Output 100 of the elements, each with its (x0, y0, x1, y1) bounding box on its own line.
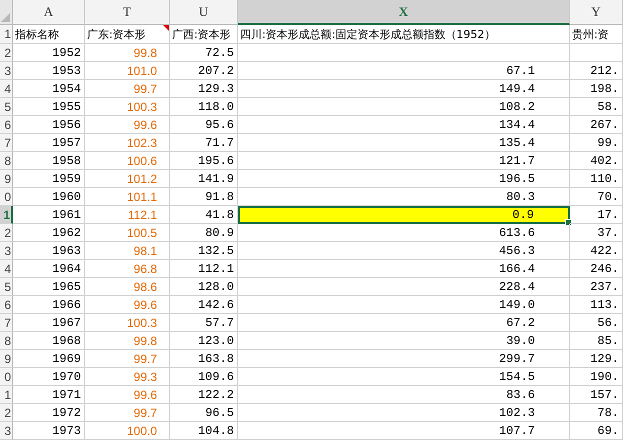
row-header[interactable]: 2 (0, 44, 13, 62)
table-cell: 83.6 (238, 386, 570, 404)
header-text: 指标名称 (15, 26, 59, 42)
table-cell: 99.7 (85, 80, 170, 98)
table-cell: 1960 (13, 188, 85, 206)
row-header[interactable]: 2 (0, 224, 13, 242)
row-header[interactable]: 0 (0, 368, 13, 386)
table-cell: 112.1 (85, 206, 170, 224)
row-header[interactable]: 8 (0, 332, 13, 350)
table-cell: 70. (570, 188, 623, 206)
table-cell: 99.6 (85, 386, 170, 404)
table-cell: 99.7 (85, 404, 170, 422)
row-header[interactable]: 6 (0, 296, 13, 314)
column-header[interactable]: T (85, 0, 170, 25)
table-cell: 1956 (13, 116, 85, 134)
row-header[interactable]: 4 (0, 260, 13, 278)
column-header[interactable]: Y (570, 0, 623, 25)
table-cell: 37. (570, 224, 623, 242)
table-cell: 99.6 (85, 296, 170, 314)
row-header[interactable]: 2 (0, 404, 13, 422)
table-cell: 85. (570, 332, 623, 350)
table-cell: 195.6 (170, 152, 238, 170)
row-header[interactable]: 9 (0, 350, 13, 368)
row-header[interactable]: 8 (0, 152, 13, 170)
header-text: 广东:资本形 (87, 26, 146, 42)
table-cell: 100.5 (85, 224, 170, 242)
table-cell: 100.0 (85, 422, 170, 440)
row-header[interactable]: 7 (0, 314, 13, 332)
header-text: 四川:资本形成总额:固定资本形成总额指数（1952） (240, 26, 496, 42)
table-cell: 422. (570, 242, 623, 260)
table-cell: 80.9 (170, 224, 238, 242)
table-cell: 95.6 (170, 116, 238, 134)
table-cell: 128.0 (170, 278, 238, 296)
column-header[interactable]: A (13, 0, 85, 25)
table-cell: 1967 (13, 314, 85, 332)
table-cell: 109.6 (170, 368, 238, 386)
row-header[interactable]: 5 (0, 98, 13, 116)
table-cell: 1966 (13, 296, 85, 314)
table-cell: 1968 (13, 332, 85, 350)
table-cell: 142.6 (170, 296, 238, 314)
table-cell: 96.5 (170, 404, 238, 422)
table-cell: 402. (570, 152, 623, 170)
table-cell: 99.7 (85, 350, 170, 368)
table-cell: 1961 (13, 206, 85, 224)
table-cell: 1964 (13, 260, 85, 278)
table-cell: 190. (570, 368, 623, 386)
column-header[interactable]: U (170, 0, 238, 25)
row-header[interactable]: 3 (0, 422, 13, 440)
row-header[interactable]: 6 (0, 116, 13, 134)
table-cell: 123.0 (170, 332, 238, 350)
table-cell: 1953 (13, 62, 85, 80)
row-header[interactable]: 3 (0, 242, 13, 260)
table-cell: 100.3 (85, 314, 170, 332)
fill-handle[interactable] (565, 219, 572, 226)
row-header[interactable]: 4 (0, 80, 13, 98)
table-cell: 149.4 (238, 80, 570, 98)
column-header[interactable]: X (238, 0, 570, 25)
active-cell: 0.9 (238, 206, 570, 224)
row-header[interactable]: 1 (0, 386, 13, 404)
table-cell: 1959 (13, 170, 85, 188)
table-cell: 456.3 (238, 242, 570, 260)
table-cell: 132.5 (170, 242, 238, 260)
table-cell: 91.8 (170, 188, 238, 206)
table-cell: 135.4 (238, 134, 570, 152)
table-cell: 1969 (13, 350, 85, 368)
table-cell: 1954 (13, 80, 85, 98)
table-cell: 99.6 (85, 116, 170, 134)
row-header[interactable]: 1 (0, 25, 13, 44)
table-cell: 78. (570, 404, 623, 422)
header-text: 贵州:资 (572, 26, 609, 42)
table-cell: 1971 (13, 386, 85, 404)
table-cell: 1970 (13, 368, 85, 386)
table-cell: 149.0 (238, 296, 570, 314)
row-header[interactable]: 9 (0, 170, 13, 188)
row-header[interactable]: 5 (0, 278, 13, 296)
table-cell: 118.0 (170, 98, 238, 116)
table-cell: 299.7 (238, 350, 570, 368)
table-cell: 58. (570, 98, 623, 116)
table-cell: 67.1 (238, 62, 570, 80)
table-cell: 101.1 (85, 188, 170, 206)
table-cell: 198. (570, 80, 623, 98)
row-header[interactable]: 7 (0, 134, 13, 152)
table-cell: 102.3 (85, 134, 170, 152)
table-cell: 129.3 (170, 80, 238, 98)
table-cell: 113. (570, 296, 623, 314)
table-cell: 39.0 (238, 332, 570, 350)
table-cell: 246. (570, 260, 623, 278)
table-cell: 157. (570, 386, 623, 404)
table-cell: 1957 (13, 134, 85, 152)
row-header[interactable]: 0 (0, 188, 13, 206)
table-cell: 129. (570, 350, 623, 368)
header-text: 广西:资本形 (172, 26, 231, 42)
table-cell: 141.9 (170, 170, 238, 188)
table-cell: 1973 (13, 422, 85, 440)
row-header[interactable]: 1 (0, 206, 13, 224)
table-cell: 101.0 (85, 62, 170, 80)
table-cell: 71.7 (170, 134, 238, 152)
table-cell: 99.8 (85, 44, 170, 62)
table-cell: 207.2 (170, 62, 238, 80)
row-header[interactable]: 3 (0, 62, 13, 80)
